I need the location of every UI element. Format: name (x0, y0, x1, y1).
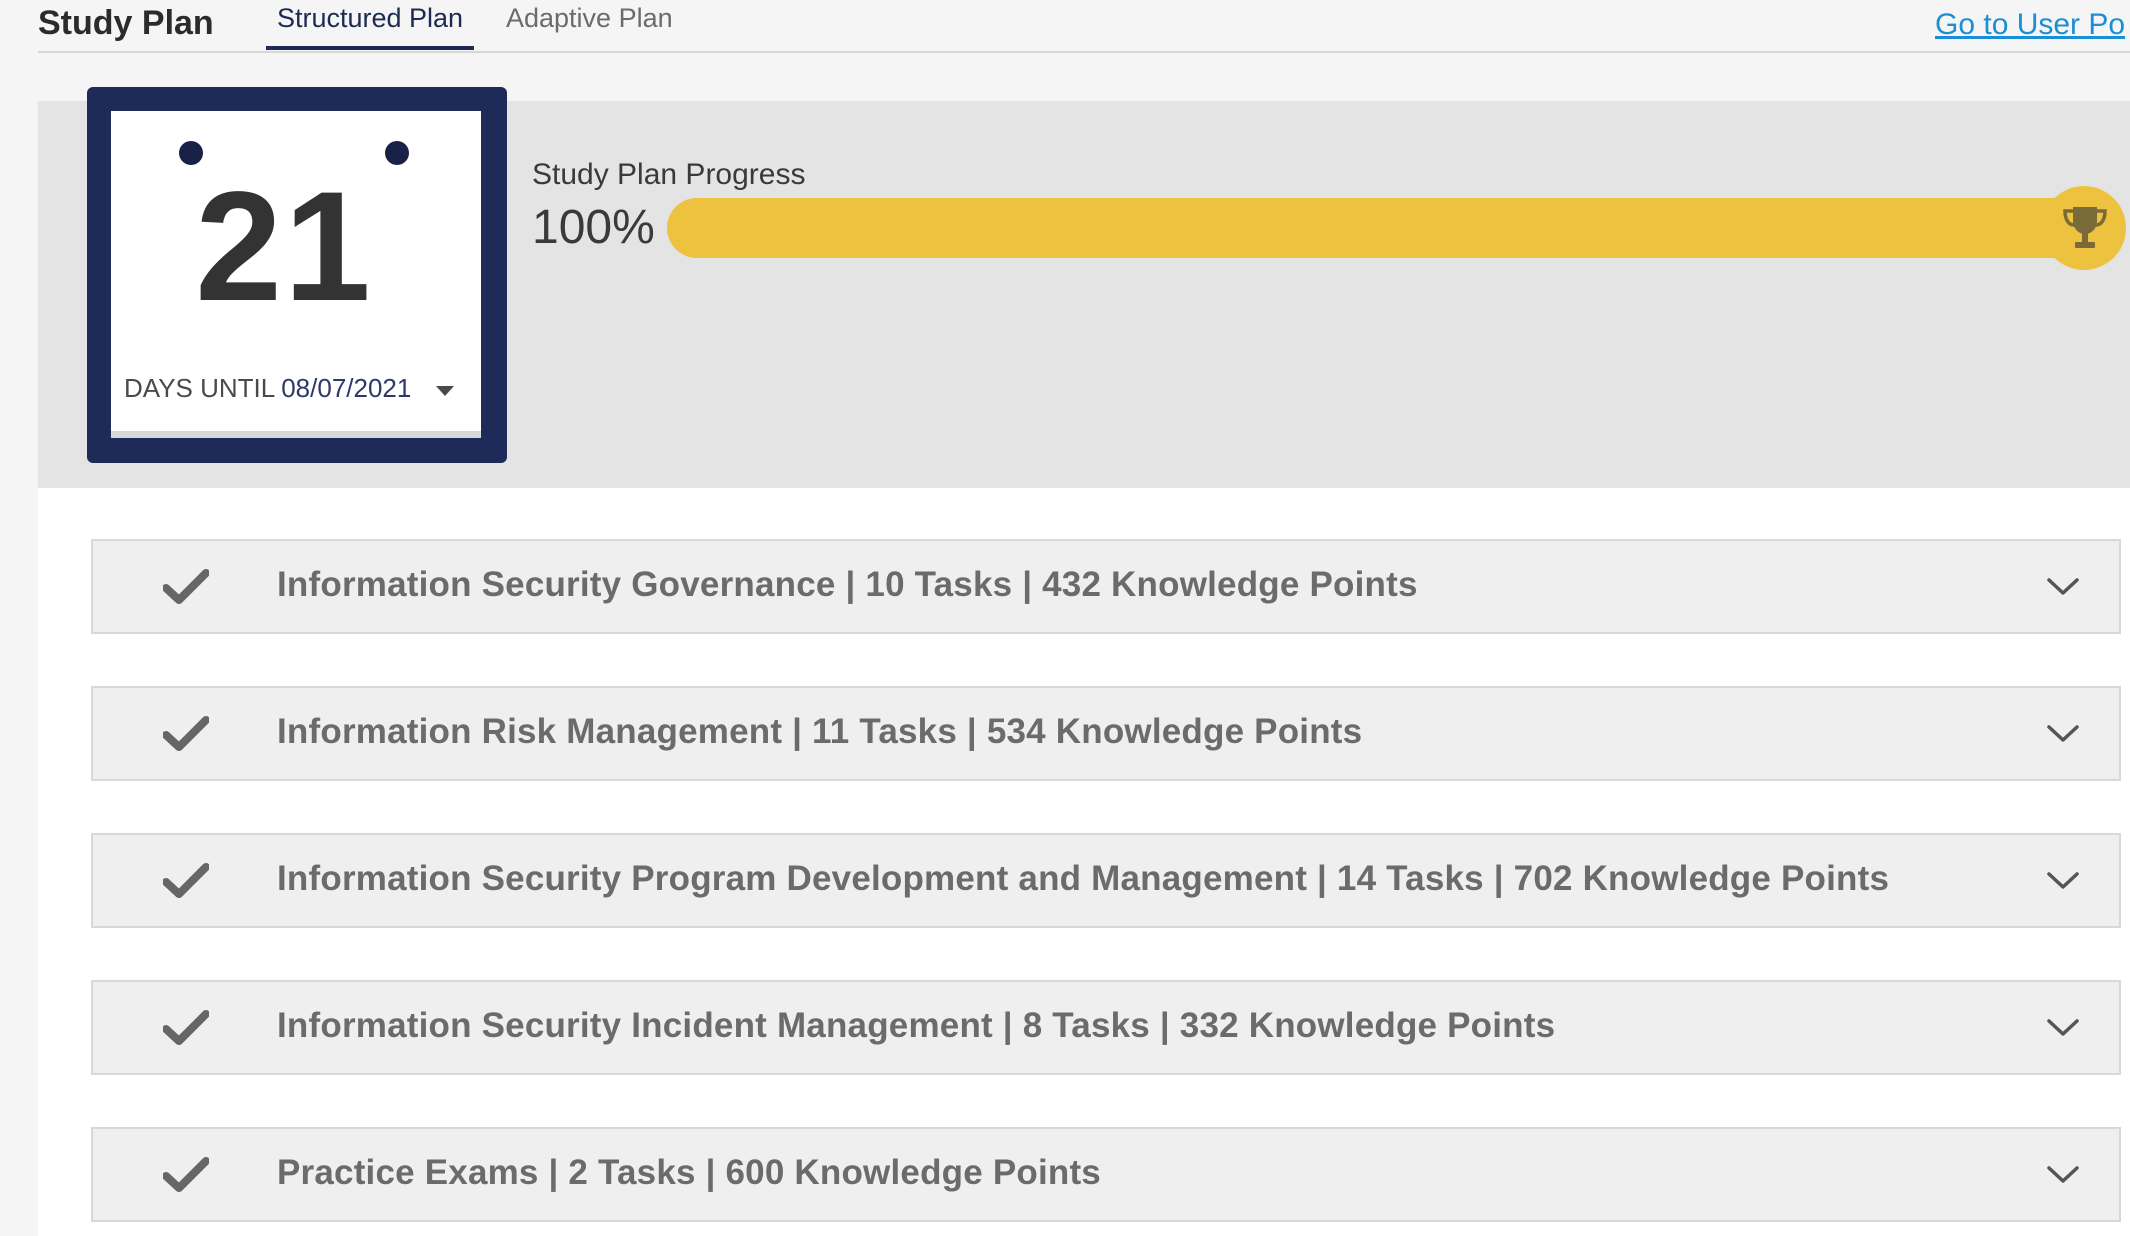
progress-bar-fill (667, 198, 2100, 258)
section-label: Information Risk Management | 11 Tasks |… (277, 712, 1363, 751)
caret-down-icon[interactable] (436, 386, 454, 396)
study-section[interactable]: Information Security Program Development… (91, 833, 2121, 928)
countdown-calendar: 21 DAYS UNTIL 08/07/2021 (87, 87, 507, 463)
page-title: Study Plan (38, 4, 214, 42)
active-tab-indicator (266, 46, 474, 50)
days-until-text: DAYS UNTIL 08/07/2021 (124, 373, 411, 404)
checkmark-icon (163, 716, 209, 751)
study-section[interactable]: Practice Exams | 2 Tasks | 600 Knowledge… (91, 1127, 2121, 1222)
calendar-card: 21 DAYS UNTIL 08/07/2021 (111, 111, 481, 438)
section-label: Information Security Program Development… (277, 859, 1890, 898)
header: Study Plan Structured Plan Adaptive Plan… (0, 0, 2130, 53)
section-label: Information Security Incident Management… (277, 1006, 1556, 1045)
days-remaining: 21 (195, 160, 373, 334)
exam-date[interactable]: 08/07/2021 (281, 373, 411, 403)
progress-bar (667, 198, 2100, 258)
checkmark-icon (163, 1010, 209, 1045)
tab-structured-plan-label: Structured Plan (276, 3, 464, 33)
study-plan-page: Study Plan Structured Plan Adaptive Plan… (0, 0, 2130, 1236)
progress-label: Study Plan Progress (532, 158, 806, 191)
header-divider (38, 51, 2130, 53)
study-section[interactable]: Information Security Incident Management… (91, 980, 2121, 1075)
chevron-down-icon[interactable] (2046, 1164, 2080, 1186)
section-label: Practice Exams | 2 Tasks | 600 Knowledge… (277, 1153, 1101, 1192)
go-to-user-portal-link[interactable]: Go to User Po (1935, 8, 2125, 42)
tab-structured-plan[interactable]: Structured Plan (266, 0, 474, 50)
chevron-down-icon[interactable] (2046, 870, 2080, 892)
chevron-down-icon[interactable] (2046, 576, 2080, 598)
checkmark-icon (163, 569, 209, 604)
chevron-down-icon[interactable] (2046, 1017, 2080, 1039)
study-section[interactable]: Information Risk Management | 11 Tasks |… (91, 686, 2121, 781)
chevron-down-icon[interactable] (2046, 723, 2080, 745)
tab-adaptive-plan[interactable]: Adaptive Plan (506, 0, 673, 36)
progress-percent: 100% (532, 201, 655, 254)
tab-adaptive-plan-label: Adaptive Plan (506, 3, 673, 33)
calendar-ring-icon (385, 141, 409, 165)
trophy-icon (2063, 207, 2107, 248)
days-until-label: DAYS UNTIL (124, 373, 276, 403)
checkmark-icon (163, 1157, 209, 1192)
study-section[interactable]: Information Security Governance | 10 Tas… (91, 539, 2121, 634)
checkmark-icon (163, 863, 209, 898)
trophy-badge (2042, 186, 2126, 270)
section-label: Information Security Governance | 10 Tas… (277, 565, 1418, 604)
